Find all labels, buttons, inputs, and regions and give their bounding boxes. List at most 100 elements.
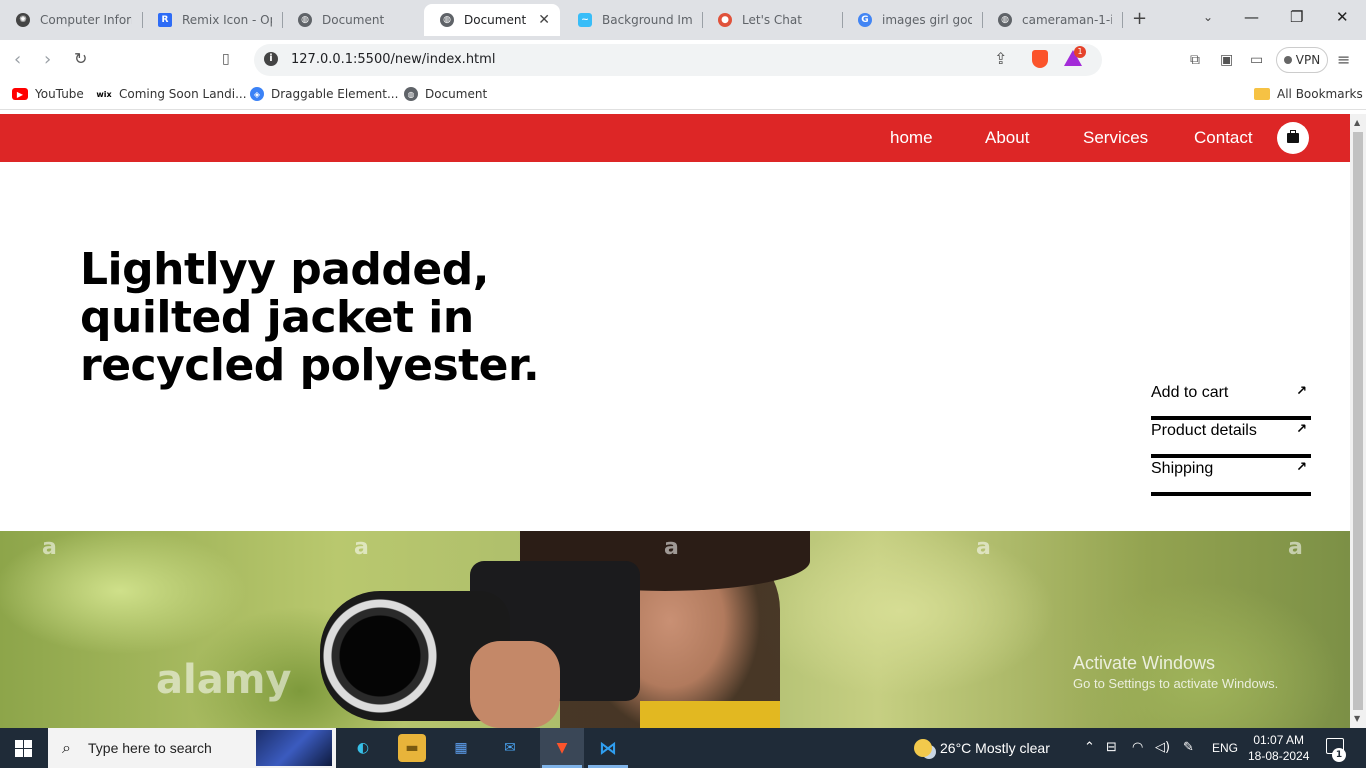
bookmark-label: Draggable Element... bbox=[271, 87, 399, 101]
photo-hand bbox=[470, 641, 560, 728]
bookmark-youtube[interactable]: ▶ YouTube bbox=[12, 87, 84, 101]
shipping-link[interactable]: Shipping ↗ bbox=[1151, 458, 1311, 496]
restore-icon[interactable]: ❐ bbox=[1290, 8, 1303, 26]
search-highlight-art bbox=[256, 730, 332, 766]
activate-subtitle: Go to Settings to activate Windows. bbox=[1073, 676, 1279, 691]
add-to-cart-link[interactable]: Add to cart ↗ bbox=[1151, 382, 1311, 420]
tab-lets-chat[interactable]: ● Let's Chat bbox=[702, 4, 842, 36]
tab-computer-information[interactable]: ✺ Computer Inform bbox=[0, 4, 142, 36]
link-label: Product details bbox=[1151, 422, 1257, 439]
edge-app-icon[interactable]: ◐ bbox=[349, 734, 377, 762]
taskbar-clock[interactable]: 01:07 AM 18-08-2024 bbox=[1248, 732, 1309, 764]
all-bookmarks[interactable]: All Bookmarks bbox=[1254, 87, 1363, 101]
language-indicator[interactable]: ENG bbox=[1212, 741, 1238, 755]
mail-app-icon[interactable]: ✉ bbox=[496, 734, 524, 762]
site-info-icon[interactable]: i bbox=[264, 52, 278, 66]
weather-widget[interactable]: 26°C Mostly clear bbox=[914, 739, 1050, 757]
product-links: Add to cart ↗ Product details ↗ Shipping… bbox=[1151, 382, 1311, 496]
bookmarks-bar: ▶ YouTube wix Coming Soon Landi... ◈ Dra… bbox=[0, 80, 1366, 110]
tab-title: Let's Chat bbox=[742, 13, 802, 27]
vpn-label: VPN bbox=[1295, 53, 1321, 67]
hero-photo-girl-with-camera: a a a a a alamy Activate Windows Go to S… bbox=[0, 531, 1350, 728]
openai-icon: ✺ bbox=[16, 13, 30, 27]
vpn-button[interactable]: VPN bbox=[1276, 47, 1328, 73]
tray-chevron-up-icon[interactable]: ⌃ bbox=[1084, 740, 1095, 755]
shopping-bag-icon bbox=[1287, 130, 1299, 143]
tab-title: Computer Inform bbox=[40, 13, 132, 27]
watermark-mark: a bbox=[1288, 535, 1303, 560]
tab-document-1[interactable]: ◍ Document bbox=[282, 4, 422, 36]
codepen-icon: ◈ bbox=[250, 87, 264, 101]
nav-about-link[interactable]: About bbox=[985, 128, 1029, 148]
globe-icon: ◍ bbox=[298, 13, 312, 27]
photo-shirt bbox=[640, 701, 780, 728]
nav-home-link[interactable]: home bbox=[890, 128, 933, 148]
brave-shields-icon[interactable] bbox=[1032, 50, 1048, 68]
menu-icon[interactable]: ≡ bbox=[1337, 50, 1350, 69]
tab-background-image[interactable]: ~ Background Imac bbox=[562, 4, 702, 36]
extensions-icon[interactable]: ⧉ bbox=[1190, 52, 1200, 68]
globe-icon: ◍ bbox=[440, 13, 454, 27]
share-icon[interactable]: ⇪ bbox=[994, 49, 1007, 68]
scrollbar-thumb[interactable] bbox=[1353, 132, 1363, 710]
globe-icon: ◍ bbox=[998, 13, 1012, 27]
tab-cameraman[interactable]: ◍ cameraman-1-inc bbox=[982, 4, 1122, 36]
product-details-link[interactable]: Product details ↗ bbox=[1151, 420, 1311, 458]
google-icon: G bbox=[858, 13, 872, 27]
bookmark-draggable[interactable]: ◈ Draggable Element... bbox=[250, 87, 398, 101]
chat-icon: ● bbox=[718, 13, 732, 27]
windows-start-icon[interactable] bbox=[15, 740, 32, 757]
site-navbar: home About Services Contact bbox=[0, 114, 1350, 162]
tab-search-chevron-icon[interactable]: ⌄ bbox=[1203, 10, 1213, 24]
bookmark-document[interactable]: ◍ Document bbox=[404, 87, 487, 101]
page-scrollbar[interactable]: ▲ ▼ bbox=[1350, 114, 1366, 728]
youtube-icon: ▶ bbox=[12, 88, 28, 100]
tab-document-active[interactable]: ◍ Document ✕ bbox=[424, 4, 560, 36]
shopping-bag-button[interactable] bbox=[1277, 122, 1309, 154]
tab-images-girl[interactable]: G images girl good bbox=[842, 4, 982, 36]
forward-icon[interactable]: › bbox=[44, 49, 51, 70]
nav-contact-link[interactable]: Contact bbox=[1194, 128, 1253, 148]
rewards-badge: 1 bbox=[1074, 46, 1086, 58]
tab-title: Background Imac bbox=[602, 13, 692, 27]
new-tab-button[interactable]: + bbox=[1132, 8, 1147, 29]
pen-icon[interactable]: ✎ bbox=[1183, 740, 1194, 755]
tab-title: cameraman-1-inc bbox=[1022, 13, 1112, 27]
tailwind-icon: ~ bbox=[578, 13, 592, 27]
close-window-icon[interactable]: ✕ bbox=[1336, 8, 1349, 26]
tab-remix-icon[interactable]: R Remix Icon - Ope bbox=[142, 4, 282, 36]
back-icon[interactable]: ‹ bbox=[14, 49, 21, 70]
close-tab-icon[interactable]: ✕ bbox=[538, 12, 550, 28]
volume-icon[interactable]: ◁) bbox=[1155, 740, 1170, 755]
watermark-mark: a bbox=[976, 535, 991, 560]
reload-icon[interactable]: ↻ bbox=[74, 49, 87, 68]
taskbar-search-placeholder: Type here to search bbox=[88, 740, 212, 756]
scroll-down-icon[interactable]: ▼ bbox=[1354, 714, 1360, 723]
file-explorer-icon[interactable]: ▬ bbox=[398, 734, 426, 762]
arrow-up-right-icon: ↗ bbox=[1296, 460, 1307, 475]
sidebar-icon[interactable]: ▣ bbox=[1220, 52, 1233, 68]
scroll-up-icon[interactable]: ▲ bbox=[1354, 118, 1360, 127]
bookmark-icon[interactable]: ▯ bbox=[222, 51, 230, 67]
watermark-mark: a bbox=[664, 535, 679, 560]
address-bar[interactable]: i 127.0.0.1:5500/new/index.html ⇪ 1 bbox=[254, 44, 1102, 76]
link-label: Add to cart bbox=[1151, 384, 1229, 401]
brave-app-icon[interactable]: ▼ bbox=[540, 728, 584, 768]
search-icon: ⌕ bbox=[62, 738, 71, 757]
nav-services-link[interactable]: Services bbox=[1083, 128, 1148, 148]
watermark-mark: a bbox=[42, 535, 57, 560]
minimize-icon[interactable]: — bbox=[1244, 8, 1259, 26]
bookmark-coming-soon[interactable]: wix Coming Soon Landi... bbox=[96, 87, 246, 101]
watermark-brand: alamy bbox=[156, 657, 292, 703]
vscode-app-icon[interactable]: ⋈ bbox=[594, 734, 622, 762]
activate-windows-overlay: Activate Windows Go to Settings to activ… bbox=[1073, 653, 1278, 691]
vpn-status-icon bbox=[1283, 56, 1292, 64]
wifi-icon[interactable]: ◠ bbox=[1132, 740, 1143, 755]
activate-title: Activate Windows bbox=[1073, 653, 1216, 673]
network-adapter-icon[interactable]: ⊟ bbox=[1106, 740, 1117, 755]
wallet-icon[interactable]: ▭ bbox=[1250, 52, 1263, 68]
watermark-mark: a bbox=[354, 535, 369, 560]
taskbar-search-box[interactable]: ⌕ Type here to search bbox=[48, 728, 336, 768]
store-app-icon[interactable]: ▦ bbox=[447, 734, 475, 762]
address-url[interactable]: 127.0.0.1:5500/new/index.html bbox=[291, 52, 495, 67]
